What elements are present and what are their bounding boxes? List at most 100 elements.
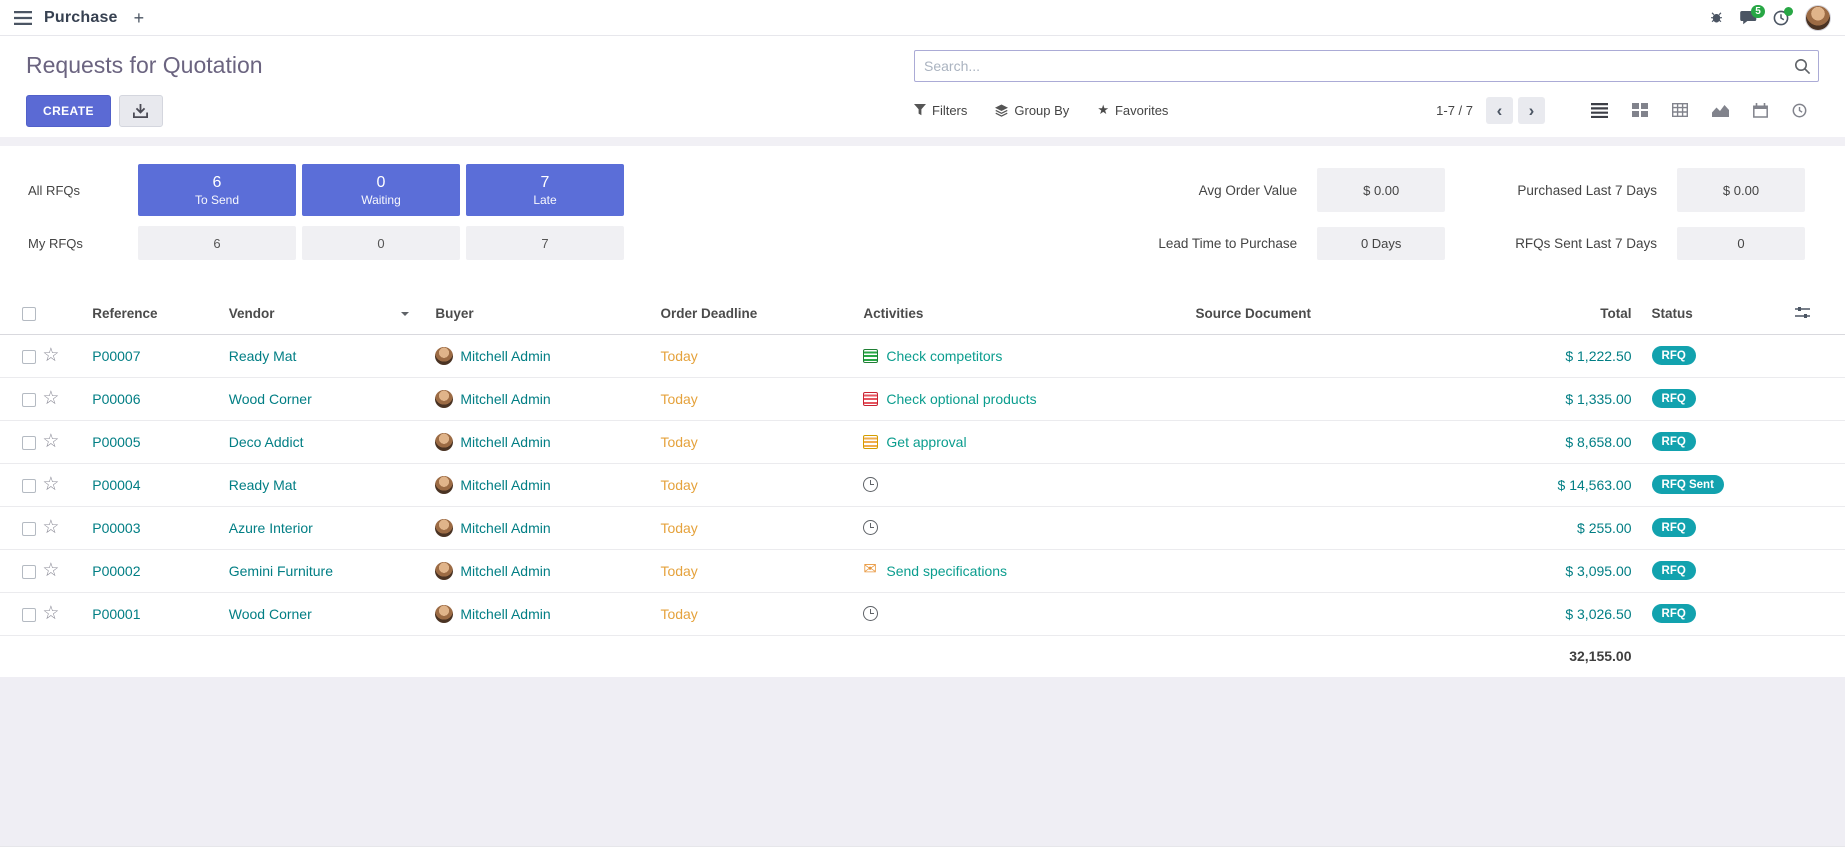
search-bar[interactable] (914, 50, 1819, 82)
list-view-button[interactable] (1579, 98, 1620, 123)
activity-label[interactable]: Get approval (886, 434, 966, 450)
rfq-row[interactable]: ☆ P00002 Gemini Furniture Mitchell Admin… (0, 549, 1845, 592)
row-checkbox[interactable] (22, 608, 36, 622)
favorite-star-icon[interactable]: ☆ (42, 345, 59, 366)
user-avatar[interactable] (1805, 5, 1831, 31)
col-header-reference[interactable]: Reference (92, 294, 229, 334)
my-tile-late[interactable]: 7 (466, 226, 624, 260)
activity-mail-icon[interactable] (863, 564, 878, 578)
rfq-row[interactable]: ☆ P00007 Ready Mat Mitchell Admin Today … (0, 334, 1845, 377)
col-header-buyer[interactable]: Buyer (435, 294, 660, 334)
reference-link[interactable]: P00003 (92, 520, 140, 536)
all-rfqs-label[interactable]: All RFQs (28, 183, 132, 198)
search-input[interactable] (914, 50, 1819, 82)
buyer-avatar (435, 433, 453, 451)
col-header-vendor[interactable]: Vendor (229, 294, 436, 334)
menu-icon[interactable] (14, 11, 32, 25)
buyer-link[interactable]: Mitchell Admin (460, 520, 550, 536)
my-tile-to-send[interactable]: 6 (138, 226, 296, 260)
bug-icon[interactable] (1709, 10, 1724, 25)
plus-icon[interactable]: + (134, 9, 145, 27)
reference-link[interactable]: P00007 (92, 348, 140, 364)
activity-clock-icon[interactable] (863, 477, 878, 492)
vendor-link[interactable]: Azure Interior (229, 520, 313, 536)
kanban-view-button[interactable] (1620, 98, 1660, 122)
rfq-row[interactable]: ☆ P00003 Azure Interior Mitchell Admin T… (0, 506, 1845, 549)
rfq-row[interactable]: ☆ P00005 Deco Addict Mitchell Admin Toda… (0, 420, 1845, 463)
bottom-scrollbar-track[interactable] (0, 846, 1845, 862)
tile-to-send[interactable]: 6 To Send (138, 164, 296, 216)
my-tile-waiting[interactable]: 0 (302, 226, 460, 260)
row-checkbox[interactable] (22, 393, 36, 407)
pager-next-button[interactable]: › (1518, 97, 1545, 124)
activity-label[interactable]: Check optional products (886, 391, 1036, 407)
reference-link[interactable]: P00002 (92, 563, 140, 579)
activity-list-icon[interactable] (863, 435, 878, 449)
vendor-link[interactable]: Ready Mat (229, 348, 297, 364)
favorite-star-icon[interactable]: ☆ (42, 517, 59, 538)
buyer-link[interactable]: Mitchell Admin (460, 563, 550, 579)
col-header-order-deadline[interactable]: Order Deadline (660, 294, 863, 334)
optional-columns-icon[interactable] (1795, 307, 1810, 322)
favorite-star-icon[interactable]: ☆ (42, 603, 59, 624)
reference-link[interactable]: P00001 (92, 606, 140, 622)
row-checkbox[interactable] (22, 565, 36, 579)
vendor-link[interactable]: Ready Mat (229, 477, 297, 493)
select-all-checkbox[interactable] (22, 307, 36, 321)
messages-icon[interactable]: 5 (1740, 10, 1757, 25)
buyer-link[interactable]: Mitchell Admin (460, 477, 550, 493)
tile-late[interactable]: 7 Late (466, 164, 624, 216)
buyer-link[interactable]: Mitchell Admin (460, 606, 550, 622)
activity-list-icon[interactable] (863, 349, 878, 363)
stat-label-avg-order-value: Avg Order Value (1158, 183, 1317, 198)
favorite-star-icon[interactable]: ☆ (42, 388, 59, 409)
vendor-link[interactable]: Wood Corner (229, 606, 312, 622)
pivot-view-button[interactable] (1660, 98, 1700, 122)
row-checkbox[interactable] (22, 522, 36, 536)
activity-label[interactable]: Send specifications (886, 563, 1007, 579)
row-checkbox[interactable] (22, 350, 36, 364)
reference-link[interactable]: P00005 (92, 434, 140, 450)
col-header-status[interactable]: Status (1648, 294, 1796, 334)
rfq-row[interactable]: ☆ P00001 Wood Corner Mitchell Admin Toda… (0, 592, 1845, 635)
buyer-link[interactable]: Mitchell Admin (460, 348, 550, 364)
activity-list-icon[interactable] (863, 392, 878, 406)
export-button[interactable] (119, 95, 163, 127)
calendar-view-button[interactable] (1741, 98, 1780, 123)
reference-link[interactable]: P00006 (92, 391, 140, 407)
activity-clock-icon[interactable] (1773, 10, 1789, 26)
buyer-link[interactable]: Mitchell Admin (460, 391, 550, 407)
reference-link[interactable]: P00004 (92, 477, 140, 493)
vendor-link[interactable]: Deco Addict (229, 434, 304, 450)
create-button[interactable]: CREATE (26, 95, 111, 127)
source-document-cell (1196, 549, 1458, 592)
graph-view-button[interactable] (1700, 98, 1741, 122)
app-name[interactable]: Purchase (44, 9, 118, 27)
filters-button[interactable]: Filters (914, 103, 967, 118)
vendor-link[interactable]: Wood Corner (229, 391, 312, 407)
buyer-link[interactable]: Mitchell Admin (460, 434, 550, 450)
activity-badge (1784, 7, 1793, 16)
row-checkbox[interactable] (22, 436, 36, 450)
favorite-star-icon[interactable]: ☆ (42, 431, 59, 452)
total-amount: $ 8,658.00 (1565, 434, 1631, 450)
activity-clock-icon[interactable] (863, 520, 878, 535)
pager-previous-button[interactable]: ‹ (1486, 97, 1513, 124)
rfq-row[interactable]: ☆ P00006 Wood Corner Mitchell Admin Toda… (0, 377, 1845, 420)
search-icon[interactable] (1794, 58, 1811, 80)
vendor-link[interactable]: Gemini Furniture (229, 563, 333, 579)
activity-label[interactable]: Check competitors (886, 348, 1002, 364)
my-rfqs-label[interactable]: My RFQs (28, 236, 132, 251)
tile-waiting[interactable]: 0 Waiting (302, 164, 460, 216)
favorite-star-icon[interactable]: ☆ (42, 474, 59, 495)
favorites-button[interactable]: ★ Favorites (1097, 102, 1168, 118)
col-header-activities[interactable]: Activities (863, 294, 1195, 334)
col-header-total[interactable]: Total (1457, 294, 1647, 334)
activity-view-button[interactable] (1780, 98, 1819, 123)
col-header-source-document[interactable]: Source Document (1196, 294, 1458, 334)
favorite-star-icon[interactable]: ☆ (42, 560, 59, 581)
activity-clock-icon[interactable] (863, 606, 878, 621)
rfq-row[interactable]: ☆ P00004 Ready Mat Mitchell Admin Today … (0, 463, 1845, 506)
row-checkbox[interactable] (22, 479, 36, 493)
group-by-button[interactable]: Group By (995, 103, 1069, 118)
